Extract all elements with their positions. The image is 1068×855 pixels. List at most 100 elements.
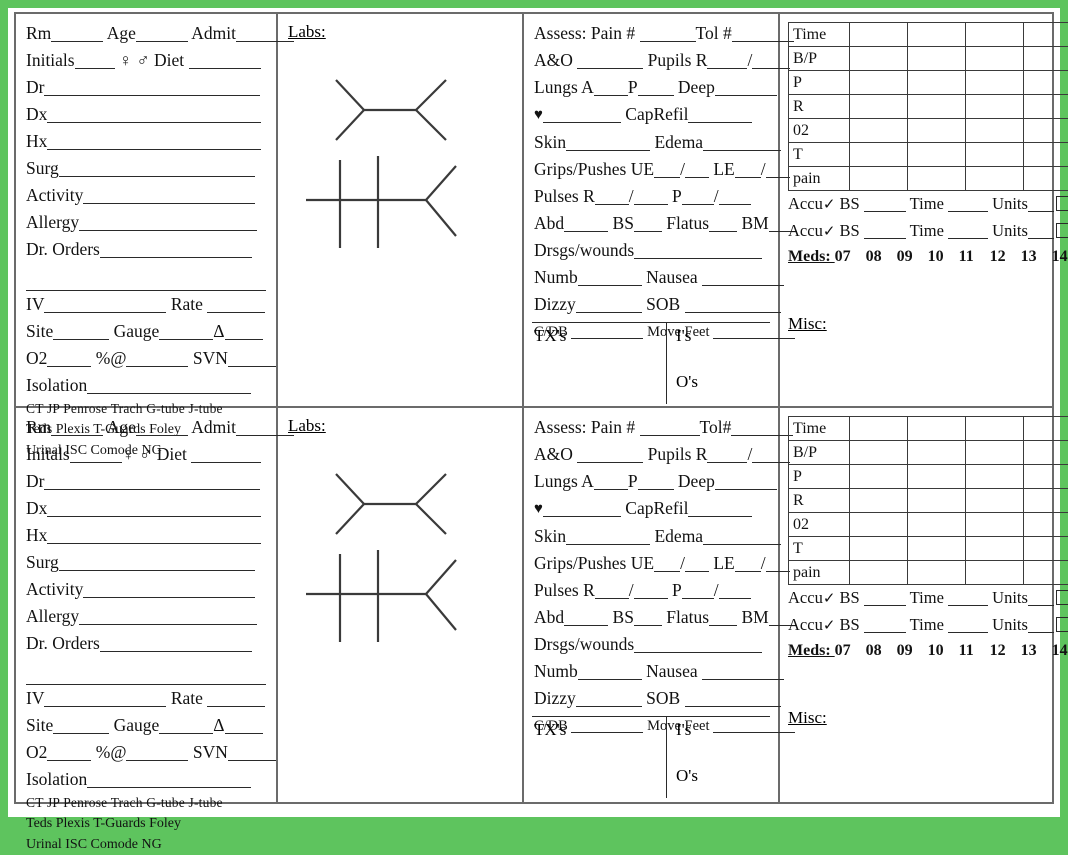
meds-hour-row[interactable]: Meds: 0708091011121314 — [780, 245, 1068, 269]
write-in-blank[interactable] — [707, 51, 747, 69]
meds-hour[interactable]: 14 — [1052, 245, 1068, 269]
write-in-blank[interactable] — [864, 588, 906, 606]
accucheck-checkbox[interactable] — [1056, 617, 1068, 632]
vitals-cell[interactable] — [908, 561, 966, 585]
write-in-blank[interactable] — [688, 105, 752, 123]
write-in-blank[interactable] — [654, 160, 680, 178]
write-in-blank[interactable] — [564, 214, 608, 232]
write-in-blank[interactable] — [864, 615, 906, 633]
accucheck-row[interactable]: Accu✓ BS Time Units — [780, 612, 1068, 639]
device-checklist-line[interactable]: Teds Plexis T-Guards Foley — [16, 813, 276, 834]
write-in-blank[interactable] — [207, 689, 265, 707]
vitals-cell[interactable] — [1024, 95, 1068, 119]
write-in-blank[interactable] — [75, 51, 115, 69]
write-in-blank[interactable] — [79, 213, 257, 231]
write-in-blank[interactable] — [595, 581, 629, 599]
vitals-cell[interactable] — [966, 23, 1024, 47]
write-in-blank[interactable] — [70, 445, 122, 463]
write-in-blank[interactable] — [1028, 221, 1054, 239]
write-in-blank[interactable] — [51, 24, 103, 42]
write-in-blank[interactable] — [948, 615, 988, 633]
write-in-blank[interactable] — [543, 499, 621, 517]
vitals-cell[interactable] — [1024, 465, 1068, 489]
write-in-blank[interactable] — [576, 689, 642, 707]
vitals-cell[interactable] — [850, 561, 908, 585]
vitals-cell[interactable] — [850, 441, 908, 465]
vitals-cell[interactable] — [966, 537, 1024, 561]
vitals-cell[interactable] — [1024, 561, 1068, 585]
write-in-blank[interactable] — [126, 743, 188, 761]
meds-hour[interactable]: 10 — [928, 245, 959, 269]
vitals-cell[interactable] — [966, 561, 1024, 585]
write-in-blank[interactable] — [44, 295, 166, 313]
write-in-blank[interactable] — [578, 268, 642, 286]
write-in-blank[interactable] — [87, 376, 251, 394]
write-in-blank[interactable] — [638, 472, 674, 490]
vitals-cell[interactable] — [908, 23, 966, 47]
meds-hour[interactable]: 13 — [1021, 245, 1052, 269]
write-in-blank[interactable] — [634, 608, 662, 626]
intake-blank-rule[interactable] — [26, 657, 266, 685]
write-in-blank[interactable] — [715, 78, 777, 96]
write-in-blank[interactable] — [1028, 588, 1054, 606]
write-in-blank[interactable] — [864, 221, 906, 239]
write-in-blank[interactable] — [640, 418, 700, 436]
write-in-blank[interactable] — [634, 214, 662, 232]
write-in-blank[interactable] — [634, 241, 762, 259]
accucheck-checkbox[interactable] — [1056, 196, 1068, 211]
write-in-blank[interactable] — [577, 51, 643, 69]
meds-hour[interactable]: 11 — [959, 639, 990, 663]
meds-hour[interactable]: 14 — [1052, 639, 1068, 663]
write-in-blank[interactable] — [685, 554, 709, 572]
write-in-blank[interactable] — [948, 588, 988, 606]
write-in-blank[interactable] — [83, 186, 255, 204]
write-in-blank[interactable] — [577, 445, 643, 463]
vitals-cell[interactable] — [850, 489, 908, 513]
write-in-blank[interactable] — [564, 608, 608, 626]
meds-hour[interactable]: 07 — [835, 245, 866, 269]
meds-hour[interactable]: 12 — [990, 639, 1021, 663]
vitals-cell[interactable] — [908, 119, 966, 143]
vitals-cell[interactable] — [1024, 47, 1068, 71]
vitals-cell[interactable] — [1024, 489, 1068, 513]
write-in-blank[interactable] — [735, 160, 761, 178]
write-in-blank[interactable] — [47, 526, 261, 544]
write-in-blank[interactable] — [87, 770, 251, 788]
meds-hour[interactable]: 07 — [835, 639, 866, 663]
accucheck-row[interactable]: Accu✓ BS Time Units — [780, 191, 1068, 218]
intake-blank-rule[interactable] — [26, 263, 266, 291]
accucheck-checkbox[interactable] — [1056, 223, 1068, 238]
vitals-cell[interactable] — [850, 143, 908, 167]
write-in-blank[interactable] — [702, 662, 784, 680]
write-in-blank[interactable] — [225, 716, 263, 734]
vitals-cell[interactable] — [966, 143, 1024, 167]
device-checklist-line[interactable]: CT JP Penrose Trach G-tube J-tube — [16, 793, 276, 813]
vitals-cell[interactable] — [1024, 71, 1068, 95]
vitals-cell[interactable] — [908, 143, 966, 167]
write-in-blank[interactable] — [864, 194, 906, 212]
write-in-blank[interactable] — [53, 716, 109, 734]
vitals-cell[interactable] — [966, 47, 1024, 71]
vitals-cell[interactable] — [908, 441, 966, 465]
vitals-cell[interactable] — [1024, 441, 1068, 465]
accucheck-row[interactable]: Accu✓ BS Time Units — [780, 585, 1068, 612]
write-in-blank[interactable] — [189, 51, 261, 69]
vitals-cell[interactable] — [908, 465, 966, 489]
vitals-cell[interactable] — [850, 47, 908, 71]
vitals-cell[interactable] — [908, 167, 966, 191]
vitals-table[interactable]: TimeB/PPR02Tpain — [788, 416, 1068, 585]
write-in-blank[interactable] — [100, 634, 252, 652]
vitals-cell[interactable] — [966, 71, 1024, 95]
write-in-blank[interactable] — [682, 581, 714, 599]
vitals-cell[interactable] — [850, 167, 908, 191]
meds-hour[interactable]: 12 — [990, 245, 1021, 269]
write-in-blank[interactable] — [225, 322, 263, 340]
write-in-blank[interactable] — [44, 78, 260, 96]
vitals-cell[interactable] — [1024, 23, 1068, 47]
write-in-blank[interactable] — [159, 716, 213, 734]
write-in-blank[interactable] — [640, 24, 696, 42]
write-in-blank[interactable] — [719, 187, 751, 205]
write-in-blank[interactable] — [594, 78, 628, 96]
write-in-blank[interactable] — [682, 187, 714, 205]
write-in-blank[interactable] — [1028, 615, 1054, 633]
